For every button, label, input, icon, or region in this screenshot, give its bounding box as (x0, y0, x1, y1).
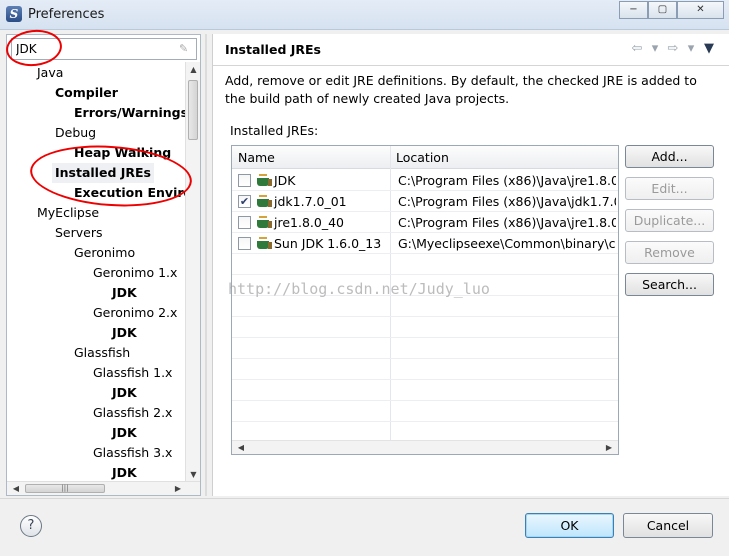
installed-jres-label: Installed JREs: (230, 123, 319, 138)
preferences-tree: Java Compiler Errors/Warnings Debug Heap Wal… (7, 62, 185, 482)
clear-filter-icon[interactable]: ✎ (179, 42, 193, 56)
edit-button[interactable]: Edit... (625, 177, 714, 200)
jre-name: Sun JDK 1.6.0_13 (274, 236, 382, 251)
empty-row (232, 359, 618, 380)
jre-library-icon (256, 174, 272, 187)
empty-row (232, 296, 618, 317)
empty-row (232, 380, 618, 401)
tree-item[interactable]: Servers (55, 223, 103, 243)
search-button[interactable]: Search... (625, 273, 714, 296)
table-row[interactable]: Sun JDK 1.6.0_13 G:\Myeclipseexe\Common\b… (232, 233, 618, 254)
tree-item[interactable]: Glassfish 3.x (93, 443, 172, 463)
tree-item[interactable]: Geronimo 2.x (93, 303, 177, 323)
cancel-button[interactable]: Cancel (623, 513, 713, 538)
remove-button[interactable]: Remove (625, 241, 714, 264)
tree-vertical-scrollbar[interactable]: ▲ ▼ (185, 62, 200, 482)
tree-item[interactable]: Execution Environ (74, 183, 185, 203)
table-row[interactable]: JDK C:\Program Files (x86)\Java\jre1.8.0_… (232, 170, 618, 191)
scroll-left-icon[interactable]: ◀ (9, 482, 23, 496)
page-description: Add, remove or edit JRE definitions. By … (225, 73, 697, 106)
tree-item[interactable]: JDK (112, 423, 137, 443)
tree-item[interactable]: Debug (55, 123, 96, 143)
empty-row (232, 254, 618, 275)
watermark: http://blog.csdn.net/Judy_luo (228, 280, 490, 298)
tree-item[interactable]: Java (37, 63, 63, 83)
jre-checkbox[interactable]: ✔ (238, 195, 251, 208)
jre-library-icon (256, 237, 272, 250)
jre-library-icon (256, 195, 272, 208)
installed-jres-table: Name Location JDK C:\Program Files (x86)\… (231, 145, 619, 455)
maximize-button[interactable]: ▢ (648, 1, 677, 19)
page-title: Installed JREs (225, 42, 322, 57)
table-row[interactable]: jre1.8.0_40 C:\Program Files (x86)\Java\j… (232, 212, 618, 233)
panel-divider[interactable] (205, 34, 207, 496)
jre-name: jre1.8.0_40 (274, 215, 344, 230)
jre-checkbox[interactable] (238, 216, 251, 229)
page-navigation: ⇦ ▾ ⇨ ▾ ▼ (630, 41, 716, 56)
tree-item[interactable]: Compiler (55, 83, 118, 103)
tree-item[interactable]: Installed JREs (52, 163, 155, 183)
jre-name: JDK (274, 173, 296, 188)
tree-horizontal-scrollbar[interactable]: ◀ ||| ▶ (7, 481, 200, 495)
minimize-button[interactable]: − (619, 1, 648, 19)
filter-box: ✎ (11, 38, 197, 60)
forward-arrow-icon[interactable]: ⇨ (666, 41, 680, 56)
help-icon[interactable]: ? (20, 515, 42, 537)
scroll-right-icon[interactable]: ▶ (602, 441, 616, 454)
jre-location: C:\Program Files (x86)\Java\jdk1.7.0_01 (398, 194, 616, 209)
ok-button[interactable]: OK (525, 513, 614, 538)
tree-item[interactable]: JDK (112, 283, 137, 303)
close-button[interactable]: ✕ (677, 1, 724, 19)
tree-item[interactable]: Glassfish 2.x (93, 403, 172, 423)
tree-item[interactable]: JDK (112, 383, 137, 403)
tree-item[interactable]: Glassfish (74, 343, 130, 363)
column-header-name[interactable]: Name (232, 146, 390, 169)
tree-item[interactable]: JDK (112, 323, 137, 343)
tree-item[interactable]: Geronimo 1.x (93, 263, 177, 283)
table-header: Name Location (232, 146, 618, 169)
jre-checkbox[interactable] (238, 237, 251, 250)
title-bar: S Preferences − ▢ ✕ (0, 0, 729, 30)
jre-name: jdk1.7.0_01 (274, 194, 347, 209)
empty-row (232, 317, 618, 338)
add-button[interactable]: Add... (625, 145, 714, 168)
preference-page: Installed JREs ⇦ ▾ ⇨ ▾ ▼ Add, remove or … (212, 34, 729, 496)
scroll-right-icon[interactable]: ▶ (171, 482, 185, 496)
tree-item[interactable]: Geronimo (74, 243, 135, 263)
table-horizontal-scrollbar[interactable]: ◀ ▶ (232, 440, 618, 454)
scroll-left-icon[interactable]: ◀ (234, 441, 248, 454)
scroll-up-icon[interactable]: ▲ (186, 62, 201, 77)
jre-location: G:\Myeclipseexe\Common\binary\com.sun.ja… (398, 236, 616, 251)
page-header: Installed JREs ⇦ ▾ ⇨ ▾ ▼ (213, 34, 729, 66)
filter-input[interactable] (12, 39, 172, 59)
window-controls: − ▢ ✕ (619, 1, 724, 19)
eclipse-icon: S (6, 6, 22, 22)
jre-library-icon (256, 216, 272, 229)
view-menu-icon[interactable]: ▼ (702, 41, 716, 56)
back-dropdown-icon[interactable]: ▾ (648, 41, 662, 56)
empty-row (232, 401, 618, 422)
tree-item[interactable]: Heap Walking (74, 143, 171, 163)
empty-row (232, 338, 618, 359)
scroll-thumb[interactable]: ||| (25, 484, 105, 493)
column-header-location[interactable]: Location (390, 146, 618, 169)
duplicate-button[interactable]: Duplicate... (625, 209, 714, 232)
tree-item[interactable]: Glassfish 1.x (93, 363, 172, 383)
tree-item[interactable]: JDK (112, 463, 137, 482)
table-row[interactable]: ✔ jdk1.7.0_01 C:\Program Files (x86)\Java\… (232, 191, 618, 212)
tree-item[interactable]: Errors/Warnings (74, 103, 185, 123)
window-title: Preferences (28, 7, 105, 22)
tree-item[interactable]: MyEclipse (37, 203, 99, 223)
scroll-thumb[interactable] (188, 80, 198, 140)
forward-dropdown-icon[interactable]: ▾ (684, 41, 698, 56)
jre-location: C:\Program Files (x86)\Java\jre1.8.0_40 (398, 215, 616, 230)
scroll-down-icon[interactable]: ▼ (186, 467, 201, 482)
jre-checkbox[interactable] (238, 174, 251, 187)
back-arrow-icon[interactable]: ⇦ (630, 41, 644, 56)
jre-location: C:\Program Files (x86)\Java\jre1.8.0_40 (398, 173, 616, 188)
preferences-tree-panel: ✎ JavaCompilerErrors/WarningsDebugHeap W… (6, 34, 201, 496)
dialog-footer: ? OK Cancel (0, 498, 729, 556)
